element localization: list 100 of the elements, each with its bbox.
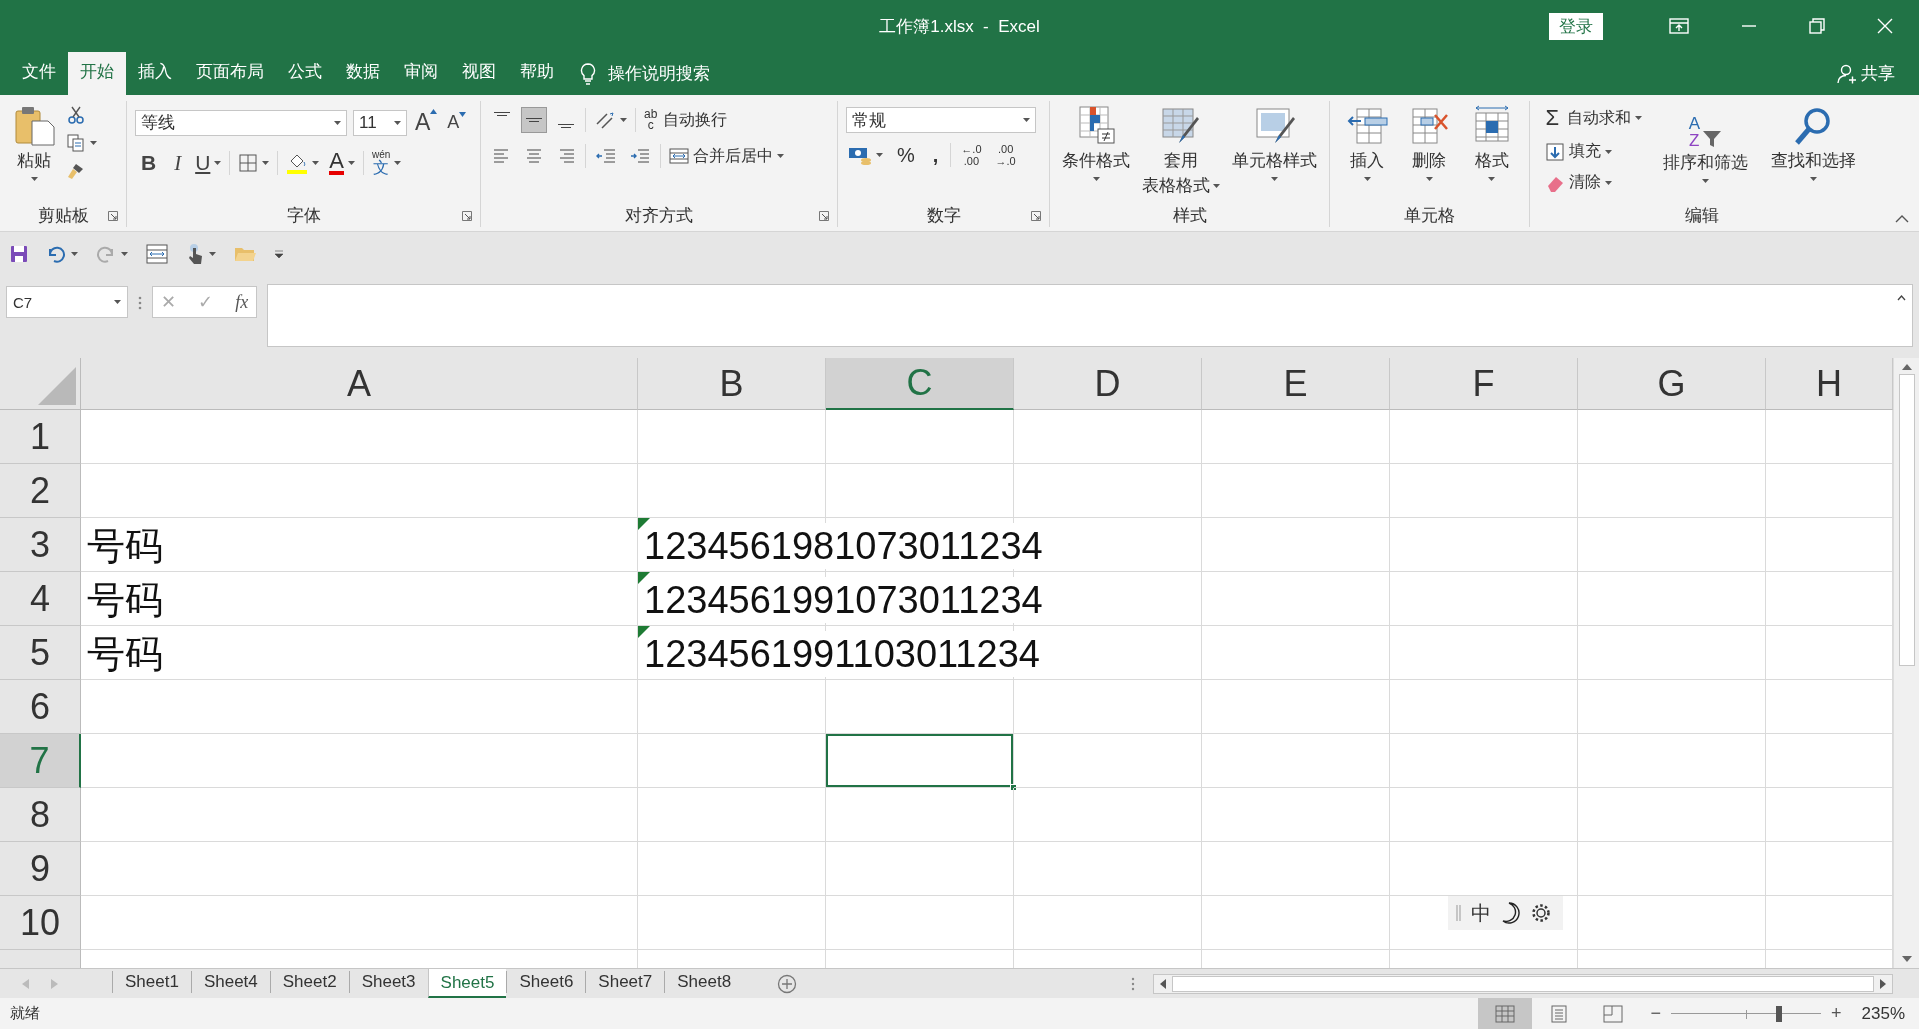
delete-cells-button[interactable]: 删除 (1403, 103, 1456, 203)
zoom-out-button[interactable]: − (1640, 1003, 1671, 1024)
customize-caret-icon[interactable] (274, 250, 284, 258)
zoom-level[interactable]: 235% (1851, 1003, 1919, 1024)
insert-function-button[interactable]: fx (235, 291, 249, 313)
row-header[interactable]: 5 (0, 626, 81, 680)
row-header[interactable]: 3 (0, 518, 81, 572)
dialog-launcher-icon[interactable] (1031, 211, 1041, 221)
format-cells-button[interactable]: 格式 (1465, 103, 1518, 203)
close-icon[interactable] (1877, 18, 1893, 34)
dropdown-arrow-icon[interactable] (114, 300, 121, 304)
slider-thumb[interactable] (1776, 1005, 1782, 1022)
italic-button[interactable]: I (168, 150, 188, 176)
ime-mode[interactable]: 中 (1471, 899, 1491, 927)
ribbon-tab[interactable]: 帮助 (508, 52, 566, 95)
gear-icon[interactable] (1531, 903, 1551, 923)
share-button[interactable]: 共享 (1837, 52, 1895, 95)
scroll-thumb[interactable] (1898, 374, 1915, 666)
row-header[interactable]: 6 (0, 680, 81, 734)
row-header[interactable]: 9 (0, 842, 81, 896)
increase-decimal-button[interactable]: ←.0 .00 (957, 143, 986, 168)
column-header[interactable]: H (1766, 358, 1893, 410)
borders-button[interactable] (236, 151, 272, 175)
restore-icon[interactable] (1809, 18, 1825, 34)
sheet-tab[interactable]: Sheet7 (585, 971, 665, 993)
insert-cells-button[interactable]: 插入 (1341, 103, 1394, 203)
scroll-thumb[interactable] (1172, 975, 1874, 992)
column-header[interactable]: C (826, 358, 1014, 410)
fill-handle[interactable] (1010, 784, 1017, 791)
conditional-formatting-button[interactable]: 条件格式 (1058, 103, 1134, 203)
formula-input[interactable] (267, 284, 1913, 347)
copy-button[interactable] (64, 131, 99, 155)
scroll-left-icon[interactable] (1160, 978, 1166, 989)
row-header[interactable]: 8 (0, 788, 81, 842)
sheet-tab[interactable]: Sheet6 (506, 971, 586, 993)
ribbon-tab[interactable]: 插入 (126, 52, 184, 95)
add-sheet-icon[interactable] (777, 973, 798, 994)
expand-caret-icon[interactable] (1897, 295, 1906, 301)
clear-button[interactable]: 清除 (1543, 170, 1644, 195)
scroll-up-icon[interactable] (1901, 364, 1912, 370)
autosum-button[interactable]: Σ 自动求和 (1543, 103, 1644, 133)
row-header[interactable]: 10 (0, 896, 81, 950)
ribbon-tab[interactable]: 页面布局 (184, 52, 276, 95)
font-size-field[interactable]: 11 (353, 109, 407, 136)
sheet-tab[interactable]: Sheet5 (427, 969, 507, 998)
sheet-tab[interactable]: Sheet3 (348, 971, 428, 993)
collapse-ribbon-icon[interactable] (1895, 215, 1909, 223)
dropdown-arrow-icon[interactable] (1023, 118, 1030, 122)
sheet-tab[interactable]: Sheet1 (112, 971, 191, 993)
dropdown-arrow-icon[interactable] (334, 120, 341, 125)
find-select-button[interactable]: 查找和选择 (1766, 103, 1860, 203)
paste-button[interactable]: 粘贴 (8, 103, 60, 186)
touch-hand-icon[interactable] (186, 243, 204, 265)
percent-button[interactable]: % (891, 143, 921, 167)
scroll-right-icon[interactable] (1880, 978, 1886, 989)
row-header[interactable]: 7 (0, 734, 81, 788)
vertical-scrollbar[interactable] (1893, 358, 1919, 968)
shrink-font-button[interactable]: A (445, 110, 469, 135)
error-indicator-icon[interactable] (638, 626, 650, 638)
format-as-table-button[interactable]: 套用 表格格式 (1138, 103, 1224, 203)
sign-in-button[interactable]: 登录 (1549, 12, 1603, 40)
dropdown-arrow-icon[interactable] (394, 120, 401, 125)
ribbon-tab[interactable]: 审阅 (392, 52, 450, 95)
dialog-launcher-icon[interactable] (462, 211, 472, 221)
ribbon-display-icon[interactable] (1669, 18, 1689, 34)
scroll-down-icon[interactable] (1901, 956, 1912, 962)
dialog-launcher-icon[interactable] (819, 211, 829, 221)
dialog-launcher-icon[interactable] (108, 211, 118, 221)
ribbon-tab[interactable]: 文件 (10, 52, 68, 95)
ribbon-tab[interactable]: 数据 (334, 52, 392, 95)
number-format-field[interactable]: 常规 (846, 107, 1036, 133)
save-icon[interactable] (10, 245, 28, 263)
merge-center-button[interactable]: 合并后居中 (667, 143, 786, 169)
bold-button[interactable]: B (135, 151, 163, 175)
font-name-field[interactable]: 等线 (135, 109, 347, 136)
form-icon[interactable] (146, 244, 168, 264)
row-header[interactable]: 1 (0, 410, 81, 464)
ribbon-tab[interactable]: 开始 (68, 52, 126, 95)
column-header[interactable]: B (638, 358, 826, 410)
sort-filter-button[interactable]: A Z 排序和筛选 (1658, 103, 1752, 203)
row-header[interactable]: 2 (0, 464, 81, 518)
decrease-decimal-button[interactable]: .00 →.0 (991, 143, 1020, 168)
column-header[interactable]: E (1202, 358, 1390, 410)
moon-icon[interactable] (1501, 902, 1521, 924)
grow-font-button[interactable]: A (413, 107, 440, 138)
column-header[interactable]: G (1578, 358, 1766, 410)
error-indicator-icon[interactable] (638, 518, 650, 530)
column-header[interactable]: A (81, 358, 638, 410)
zoom-in-button[interactable]: + (1821, 1003, 1852, 1024)
undo-icon[interactable] (46, 245, 66, 263)
middle-align-button[interactable] (521, 107, 547, 133)
horizontal-scrollbar[interactable] (1153, 973, 1893, 994)
tell-me-search[interactable]: 操作说明搜索 (580, 52, 710, 95)
column-header[interactable]: F (1390, 358, 1578, 410)
sheet-tab[interactable]: Sheet2 (269, 971, 349, 993)
name-box[interactable]: C7 (6, 286, 128, 318)
font-color-button[interactable]: A (327, 149, 358, 177)
ribbon-tab[interactable]: 公式 (276, 52, 334, 95)
error-indicator-icon[interactable] (638, 572, 650, 584)
sheet-tab[interactable]: Sheet8 (664, 971, 744, 993)
